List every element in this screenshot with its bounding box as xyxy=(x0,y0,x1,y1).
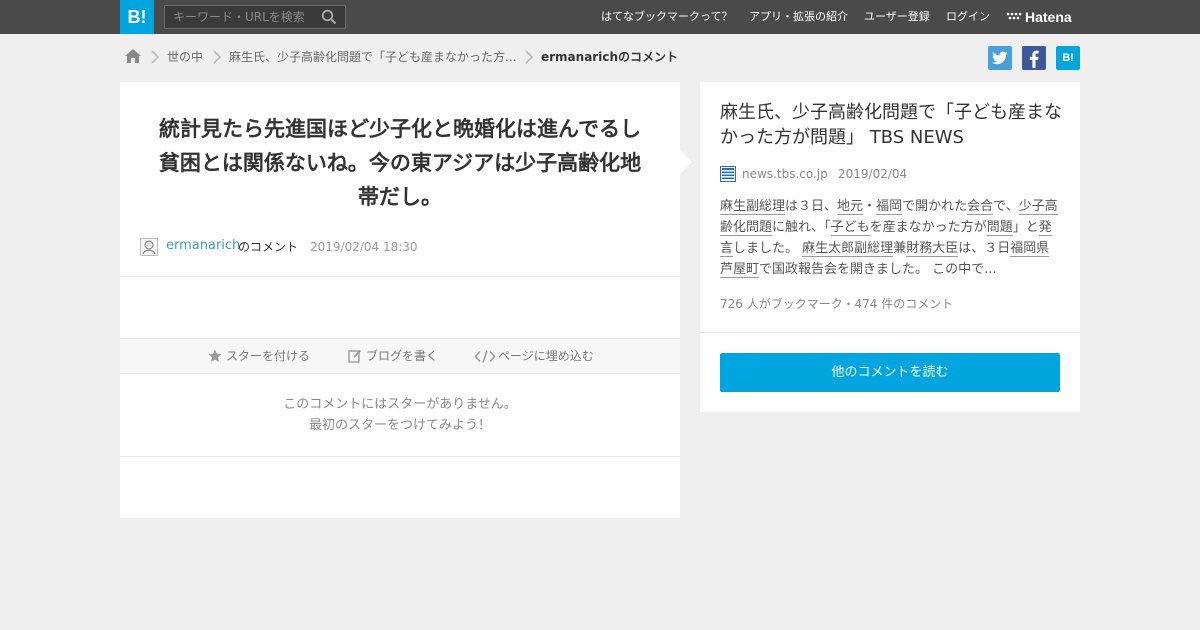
entry-date: 2019/02/04 xyxy=(838,167,908,181)
entry-domain[interactable]: news.tbs.co.jp xyxy=(742,164,828,184)
facebook-share-button[interactable] xyxy=(1022,46,1046,70)
nav-login[interactable]: ログイン xyxy=(946,0,990,34)
bookmark-counts[interactable]: 726 人がブックマーク・474 件のコメント xyxy=(720,294,953,314)
write-blog-label: ブログを書く xyxy=(366,349,439,363)
summary-text: 兼 xyxy=(893,241,907,256)
divider xyxy=(120,456,680,457)
comment-date[interactable]: 2019/02/04 18:30 xyxy=(310,236,418,258)
keyword-link[interactable]: 麻生副総理 xyxy=(720,199,786,215)
entry-summary: 麻生副総理は３日、地元・福岡で開かれた会合で、少子高齢化問題に触れ、「子どもを産… xyxy=(720,196,1060,280)
keyword-link[interactable]: 地元 xyxy=(837,199,864,215)
top-bar: B! はてなブックマークって？ アプリ・拡張の紹介 ユーザー登録 ログイン Ha… xyxy=(0,0,1200,34)
comment-text: 統計見たら先進国ほど少子化と晩婚化は進んでるし貧困とは関係ないね。今の東アジアは… xyxy=(158,117,642,209)
breadcrumb-current: ermanarichのコメント xyxy=(541,50,678,64)
keyword-link[interactable]: 財務大臣 xyxy=(906,241,959,257)
summary-text: しました。 xyxy=(733,241,803,256)
entry-card: 麻生氏、少子高齢化問題で「子ども産まなかった方が問題」 TBS NEWS new… xyxy=(700,82,1080,412)
summary-text: を産まなかった方が xyxy=(869,220,987,235)
star-icon xyxy=(208,349,222,362)
chevron-right-icon xyxy=(213,50,222,64)
summary-text: ・ xyxy=(863,199,877,214)
hatena-share-button[interactable]: B! xyxy=(1056,46,1080,70)
hatena-brand-label: Hatena xyxy=(1025,9,1072,25)
entry-title[interactable]: 麻生氏、少子高齢化問題で「子ども産まなかった方が問題」 TBS NEWS xyxy=(720,100,1065,150)
summary-text: で開かれた xyxy=(902,199,968,214)
hatena-dots-icon xyxy=(1006,12,1022,20)
divider xyxy=(120,276,680,277)
breadcrumb-category[interactable]: 世の中 xyxy=(167,46,203,68)
keyword-link[interactable]: 福岡 xyxy=(876,199,903,215)
no-stars-message: このコメントにはスターがありません。 最初のスターをつけてみよう！ xyxy=(120,394,680,436)
summary-text: に触れ、「 xyxy=(772,220,831,235)
hatena-brand[interactable]: Hatena xyxy=(1006,0,1072,34)
nav-about[interactable]: はてなブックマークって？ xyxy=(601,0,732,34)
nav-apps[interactable]: アプリ・拡張の紹介 xyxy=(749,0,848,34)
avatar[interactable] xyxy=(140,238,158,256)
comment-actions-bar: スターを付ける ブログを書く ページに埋め込む xyxy=(120,338,680,374)
twitter-icon xyxy=(992,51,1008,65)
summary-text: は、３日 xyxy=(958,241,1011,256)
search-input[interactable] xyxy=(165,6,315,28)
site-favicon-icon xyxy=(720,166,736,182)
home-icon[interactable] xyxy=(124,48,142,64)
keyword-link[interactable]: 会合 xyxy=(967,199,994,215)
keyword-link[interactable]: 副総理 xyxy=(854,241,894,257)
edit-icon xyxy=(348,349,362,363)
search-box[interactable] xyxy=(164,5,346,29)
facebook-icon xyxy=(1029,50,1039,68)
comment-username[interactable]: ermanarich xyxy=(166,236,240,256)
no-stars-line1: このコメントにはスターがありません。 xyxy=(283,397,517,412)
summary-text: で、 xyxy=(993,199,1019,214)
chevron-right-icon xyxy=(525,50,534,64)
add-star-label: スターを付ける xyxy=(226,349,311,363)
write-blog-button[interactable]: ブログを書く xyxy=(348,339,448,373)
embed-button[interactable]: ページに埋め込む xyxy=(474,339,604,373)
divider xyxy=(700,332,1080,333)
card-pointer xyxy=(680,150,692,174)
summary-text: で国政報告会を開きました。 この中で... xyxy=(759,262,997,277)
keyword-link[interactable]: 子ども xyxy=(830,220,870,236)
comment-card: 統計見たら先進国ほど少子化と晩婚化は進んでるし貧困とは関係ないね。今の東アジアは… xyxy=(120,82,680,518)
embed-label: ページに埋め込む xyxy=(498,349,594,363)
keyword-link[interactable]: 麻生太郎 xyxy=(802,241,855,257)
code-icon xyxy=(474,350,496,363)
chevron-right-icon xyxy=(151,50,160,64)
read-other-comments-button[interactable]: 他のコメントを読む xyxy=(720,353,1060,392)
comment-suffix: のコメント xyxy=(238,240,299,254)
summary-text: 」と xyxy=(1012,220,1039,235)
no-stars-line2: 最初のスターをつけてみよう！ xyxy=(308,418,491,433)
search-icon[interactable] xyxy=(321,9,337,25)
summary-text: は３日、 xyxy=(785,199,838,214)
nav-register[interactable]: ユーザー登録 xyxy=(864,0,930,34)
add-star-button[interactable]: スターを付ける xyxy=(208,339,318,373)
twitter-share-button[interactable] xyxy=(988,46,1012,70)
keyword-link[interactable]: 問題 xyxy=(986,220,1013,236)
user-avatar-icon xyxy=(142,240,156,255)
hatena-bookmark-logo[interactable]: B! xyxy=(120,0,154,34)
breadcrumb-entry[interactable]: 麻生氏、少子高齢化問題で「子ども産まなかった方... xyxy=(229,46,516,68)
